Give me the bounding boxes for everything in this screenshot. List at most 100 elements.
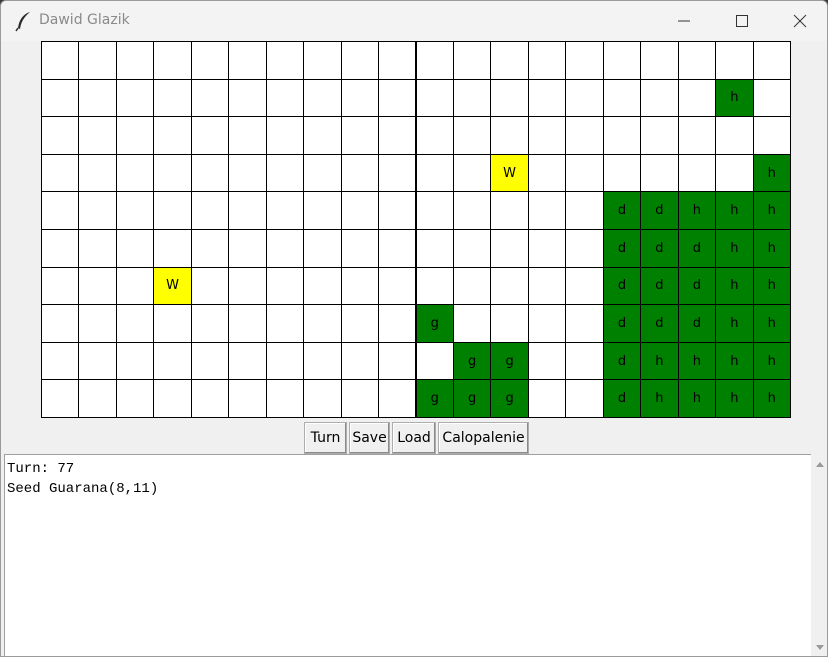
board-cell[interactable] bbox=[715, 116, 754, 155]
calopalenie-button[interactable]: Calopalenie bbox=[438, 422, 529, 454]
board-cell[interactable] bbox=[640, 153, 679, 193]
board-cell[interactable] bbox=[41, 191, 80, 230]
board-cell[interactable] bbox=[490, 41, 529, 80]
board-cell[interactable] bbox=[153, 229, 192, 268]
board-cell[interactable] bbox=[527, 379, 567, 418]
board-cell[interactable] bbox=[303, 266, 342, 306]
board-cell[interactable] bbox=[565, 341, 604, 381]
board-cell[interactable] bbox=[228, 341, 267, 381]
board-cell[interactable] bbox=[527, 341, 567, 381]
board-cell[interactable] bbox=[228, 153, 267, 193]
close-button[interactable] bbox=[771, 1, 827, 41]
board-cell[interactable] bbox=[41, 379, 80, 418]
board-cell[interactable] bbox=[452, 41, 492, 80]
board-cell[interactable] bbox=[752, 78, 791, 118]
board-cell[interactable] bbox=[677, 153, 717, 193]
board-cell[interactable] bbox=[303, 341, 342, 381]
board-cell[interactable] bbox=[78, 229, 117, 268]
board-cell[interactable] bbox=[452, 78, 492, 118]
board-cell[interactable] bbox=[228, 229, 267, 268]
board-cell[interactable]: h bbox=[752, 266, 791, 306]
board-cell[interactable] bbox=[190, 379, 230, 418]
board-cell[interactable] bbox=[153, 191, 192, 230]
board-cell[interactable] bbox=[41, 78, 80, 118]
board-cell[interactable]: h bbox=[715, 266, 754, 306]
board-cell[interactable]: h bbox=[715, 304, 754, 343]
board-cell[interactable]: h bbox=[715, 341, 754, 381]
board-cell[interactable] bbox=[265, 304, 305, 343]
board-cell[interactable] bbox=[565, 41, 604, 80]
board-cell[interactable] bbox=[228, 78, 267, 118]
board-cell[interactable] bbox=[78, 191, 117, 230]
board-cell[interactable]: d bbox=[677, 229, 717, 268]
event-log[interactable]: Turn: 77 Seed Guarana(8,11) bbox=[4, 454, 811, 656]
board-cell[interactable] bbox=[677, 116, 717, 155]
board-cell[interactable] bbox=[190, 266, 230, 306]
board-cell[interactable] bbox=[303, 229, 342, 268]
board-cell[interactable] bbox=[565, 78, 604, 118]
board-cell[interactable] bbox=[153, 116, 192, 155]
board-cell[interactable] bbox=[78, 153, 117, 193]
board-cell[interactable] bbox=[490, 266, 529, 306]
board-cell[interactable]: d bbox=[677, 266, 717, 306]
maximize-button[interactable] bbox=[713, 1, 771, 41]
board-cell[interactable] bbox=[527, 41, 567, 80]
board-cell[interactable] bbox=[602, 41, 642, 80]
board-cell[interactable] bbox=[752, 41, 791, 80]
board-cell[interactable] bbox=[115, 78, 155, 118]
board-cell[interactable] bbox=[78, 341, 117, 381]
board-cell[interactable] bbox=[228, 116, 267, 155]
board-cell[interactable] bbox=[527, 153, 567, 193]
board-cell[interactable]: g bbox=[490, 379, 529, 418]
board-cell[interactable] bbox=[340, 153, 380, 193]
board-cell[interactable] bbox=[115, 229, 155, 268]
board-cell[interactable] bbox=[228, 304, 267, 343]
board-cell[interactable] bbox=[340, 304, 380, 343]
board-cell[interactable] bbox=[527, 116, 567, 155]
board-cell[interactable] bbox=[378, 341, 417, 381]
board-cell[interactable]: h bbox=[715, 379, 754, 418]
board-cell[interactable] bbox=[415, 78, 454, 118]
board-cell[interactable] bbox=[452, 191, 492, 230]
board-cell[interactable] bbox=[78, 116, 117, 155]
board-cell[interactable] bbox=[78, 304, 117, 343]
board-cell[interactable] bbox=[303, 304, 342, 343]
board-cell[interactable] bbox=[303, 78, 342, 118]
save-button[interactable]: Save bbox=[349, 422, 390, 454]
board-cell[interactable] bbox=[303, 116, 342, 155]
board-cell[interactable]: h bbox=[640, 379, 679, 418]
board-cell[interactable] bbox=[415, 191, 454, 230]
board-cell[interactable] bbox=[452, 229, 492, 268]
board-cell[interactable] bbox=[340, 116, 380, 155]
board-cell[interactable] bbox=[565, 379, 604, 418]
board-cell[interactable] bbox=[190, 304, 230, 343]
board-cell[interactable] bbox=[378, 78, 417, 118]
board-cell[interactable] bbox=[190, 229, 230, 268]
board-cell[interactable] bbox=[303, 379, 342, 418]
board-cell[interactable] bbox=[265, 191, 305, 230]
board-cell[interactable] bbox=[228, 266, 267, 306]
board-cell[interactable] bbox=[115, 41, 155, 80]
board-cell[interactable] bbox=[527, 304, 567, 343]
board-cell[interactable] bbox=[378, 229, 417, 268]
board-cell[interactable] bbox=[715, 41, 754, 80]
board-cell[interactable] bbox=[115, 191, 155, 230]
board-cell[interactable] bbox=[190, 41, 230, 80]
board-cell[interactable]: g bbox=[490, 341, 529, 381]
board-cell[interactable] bbox=[527, 78, 567, 118]
board-cell[interactable] bbox=[41, 229, 80, 268]
board-cell[interactable]: g bbox=[452, 341, 492, 381]
board-cell[interactable]: h bbox=[752, 153, 791, 193]
board-cell[interactable] bbox=[565, 266, 604, 306]
board-cell[interactable]: d bbox=[640, 304, 679, 343]
board-cell[interactable] bbox=[153, 153, 192, 193]
board-cell[interactable] bbox=[602, 78, 642, 118]
board-cell[interactable] bbox=[190, 341, 230, 381]
board-cell[interactable] bbox=[340, 341, 380, 381]
board-cell[interactable] bbox=[565, 191, 604, 230]
minimize-button[interactable] bbox=[655, 1, 713, 41]
board-cell[interactable] bbox=[452, 116, 492, 155]
board-cell[interactable]: W bbox=[153, 266, 192, 306]
board-cell[interactable]: d bbox=[640, 191, 679, 230]
board-cell[interactable] bbox=[228, 379, 267, 418]
